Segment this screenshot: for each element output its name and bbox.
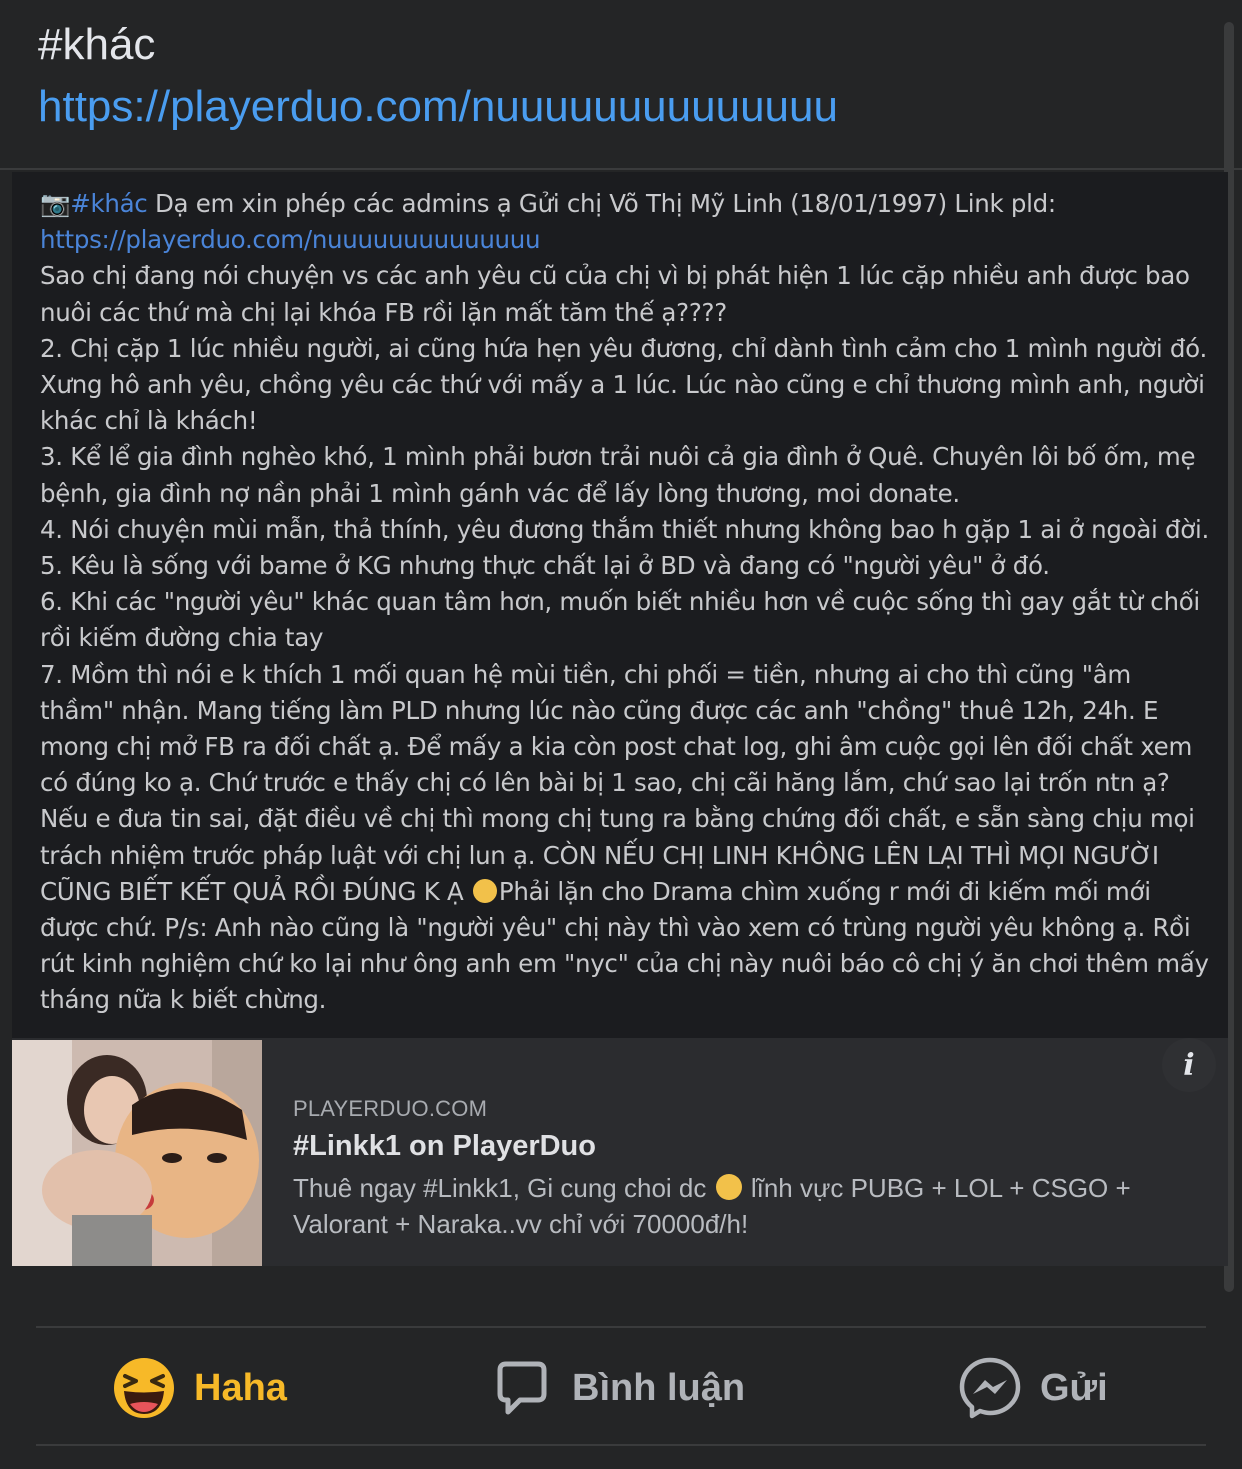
- shared-text-line: bệnh, gia đình nợ nần phải 1 mình gánh v…: [40, 478, 960, 508]
- preview-domain: PLAYERDUO.COM: [293, 1096, 488, 1121]
- comment-icon: [497, 1361, 547, 1415]
- preview-title[interactable]: #Linkk1 on PlayerDuo: [293, 1130, 596, 1163]
- shared-text-line: thầm" nhận. Mang tiếng làm PLD nhưng lúc…: [40, 695, 1159, 725]
- shared-text-line: Sao chị đang nói chuyện vs các anh yêu c…: [40, 261, 1190, 291]
- info-icon[interactable]: i: [1162, 1038, 1216, 1092]
- emoji-line-end: Phải lặn cho Drama chìm xuống r mới đi k…: [498, 876, 1151, 906]
- comment-label: Bình luận: [572, 1366, 746, 1409]
- shared-text-line: nuôi các thứ mà chị lại khóa FB rồi lặn …: [40, 297, 727, 327]
- shared-text-line: 4. Nói chuyện mùi mẫn, thả thính, yêu đư…: [40, 514, 1209, 544]
- shared-text-line: Xưng hô anh yêu, chồng yêu các thứ với m…: [40, 370, 1205, 400]
- preview-desc-start: Thuê ngay #Linkk1, Gi cung choi dc: [293, 1173, 714, 1203]
- shared-text-line: mong chị mở FB ra đối chất ạ. Để mấy a k…: [40, 732, 1193, 762]
- shared-hashtag[interactable]: #khác: [70, 189, 148, 218]
- shared-text-line: 5. Kêu là sống với bame ở KG nhưng thực …: [40, 551, 1050, 581]
- shared-text-line: được chứ. P/s: Anh nào cũng là "người yê…: [40, 913, 1191, 943]
- shared-text-line: rút kinh nghiệm chứ ko lại như ông anh e…: [40, 949, 1209, 979]
- shared-text-line: rồi kiếm đường chia tay: [40, 623, 324, 653]
- smile-icon: [715, 1174, 742, 1200]
- shared-intro: Dạ em xin phép các admins ạ Gửi chị Võ T…: [147, 189, 1056, 218]
- shared-text-line: 3. Kể lể gia đình nghèo khó, 1 mình phải…: [40, 442, 1196, 472]
- shared-text-line: 7. Mồm thì nói e k thích 1 mối quan hệ m…: [40, 659, 1131, 689]
- shared-screenshot[interactable]: 📷#khác Dạ em xin phép các admins ạ Gửi c…: [12, 172, 1228, 1266]
- messenger-icon: [959, 1357, 1021, 1419]
- shared-text-line: tháng nữa k biết chừng.: [40, 985, 327, 1015]
- preview-desc-line2: Valorant + Naraka..vv chỉ với 70000đ/h!: [293, 1209, 749, 1239]
- shared-link-line: https://playerduo.com/nuuuuuuuuuuuuuu: [40, 222, 1225, 258]
- post-link[interactable]: https://playerduo.com/nuuuuuuuuuuuuuu: [38, 82, 838, 132]
- post-header: #khác https://playerduo.com/nuuuuuuuuuuu…: [0, 0, 1242, 170]
- preview-desc-end: lĩnh vực PUBG + LOL + CSGO +: [743, 1173, 1131, 1203]
- link-preview-card[interactable]: PLAYERDUO.COM #Linkk1 on PlayerDuo Thuê …: [12, 1038, 1228, 1266]
- shared-link[interactable]: https://playerduo.com/nuuuuuuuuuuuuuu: [40, 225, 541, 254]
- shared-text-line: 2. Chị cặp 1 lúc nhiều người, ai cũng hứ…: [40, 333, 1207, 363]
- shared-post-text: 📷#khác Dạ em xin phép các admins ạ Gửi c…: [12, 172, 1228, 1038]
- post-hashtag[interactable]: #khác: [38, 20, 155, 70]
- preview-photo-icon: [12, 1040, 262, 1266]
- shared-text-line: có đúng ko ạ. Chứ trước e thấy chị có lê…: [40, 768, 1170, 798]
- divider: [36, 1444, 1206, 1446]
- divider: [36, 1326, 1206, 1328]
- shared-text-line: 6. Khi các "người yêu" khác quan tâm hơn…: [40, 587, 1200, 617]
- shared-text-line: trách nhiệm trước pháp luật với chị lun …: [40, 840, 1159, 870]
- shared-intro-line: 📷#khác Dạ em xin phép các admins ạ Gửi c…: [40, 186, 1225, 222]
- send-label: Gửi: [1040, 1366, 1108, 1409]
- shared-text-line: Nếu e đưa tin sai, đặt điều về chị thì m…: [40, 804, 1195, 834]
- shared-emoji-line: CŨNG BIẾT KẾT QUẢ RỒI ĐÚNG K Ạ Phải lặn …: [40, 874, 1225, 910]
- preview-description: Thuê ngay #Linkk1, Gi cung choi dc lĩnh …: [293, 1170, 1193, 1242]
- comment-button[interactable]: Bình luận: [490, 1352, 745, 1424]
- haha-emoji-icon: [114, 1358, 174, 1418]
- emoji-line-start: CŨNG BIẾT KẾT QUẢ RỒI ĐÚNG K Ạ: [40, 876, 471, 906]
- send-button[interactable]: Gửi: [958, 1352, 1108, 1424]
- haha-label: Haha: [194, 1366, 287, 1409]
- preview-thumbnail[interactable]: [12, 1040, 262, 1266]
- sad-face-icon: [472, 878, 497, 903]
- camera-icon: 📷: [40, 189, 71, 218]
- haha-reaction-button[interactable]: Haha: [112, 1352, 287, 1424]
- shared-text-line: khác chỉ là khách!: [40, 406, 258, 436]
